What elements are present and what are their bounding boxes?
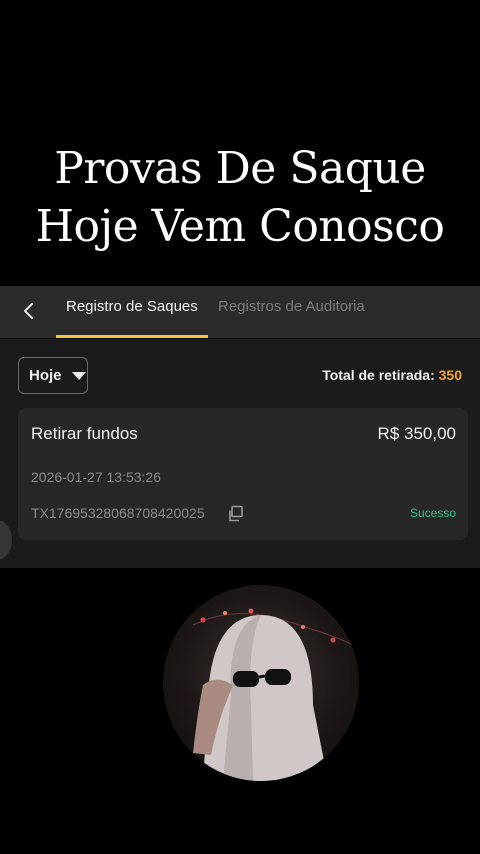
transaction-datetime: 2026-01-27 13:53:26	[31, 469, 161, 485]
ghost-photo	[192, 608, 354, 781]
date-filter-value: Hoje	[29, 367, 62, 384]
total-withdrawn: Total de retirada: 350	[322, 367, 462, 383]
tab-registros-de-auditoria[interactable]: Registros de Auditoria	[218, 286, 365, 338]
back-button[interactable]	[14, 296, 44, 326]
transaction-amount: R$ 350,00	[377, 424, 456, 443]
transaction-card[interactable]: Retirar fundos R$ 350,00 2026-01-27 13:5…	[18, 408, 468, 540]
chevron-left-icon	[24, 303, 33, 319]
caret-down-icon	[71, 371, 86, 380]
profile-avatar	[163, 585, 359, 781]
total-label: Total de retirada:	[322, 367, 435, 383]
active-tab-indicator	[56, 335, 208, 338]
top-bar: Registro de Saques Registros de Auditori…	[0, 286, 480, 339]
caption-line-2: Hoje Vem Conosco	[35, 201, 445, 252]
overlay-caption: Provas De Saque Hoje Vem Conosco	[0, 140, 480, 256]
status-badge: Sucesso	[409, 506, 456, 520]
tab-registro-de-saques[interactable]: Registro de Saques	[66, 286, 198, 338]
date-filter-dropdown[interactable]: Hoje	[18, 357, 88, 394]
transaction-title: Retirar fundos	[31, 424, 138, 443]
transaction-id: TX17695328068708420025	[31, 505, 205, 521]
withdrawal-screen: Registro de Saques Registros de Auditori…	[0, 286, 480, 568]
caption-line-1: Provas De Saque	[54, 143, 426, 194]
copy-icon[interactable]	[226, 504, 246, 524]
total-value: 350	[438, 367, 462, 383]
